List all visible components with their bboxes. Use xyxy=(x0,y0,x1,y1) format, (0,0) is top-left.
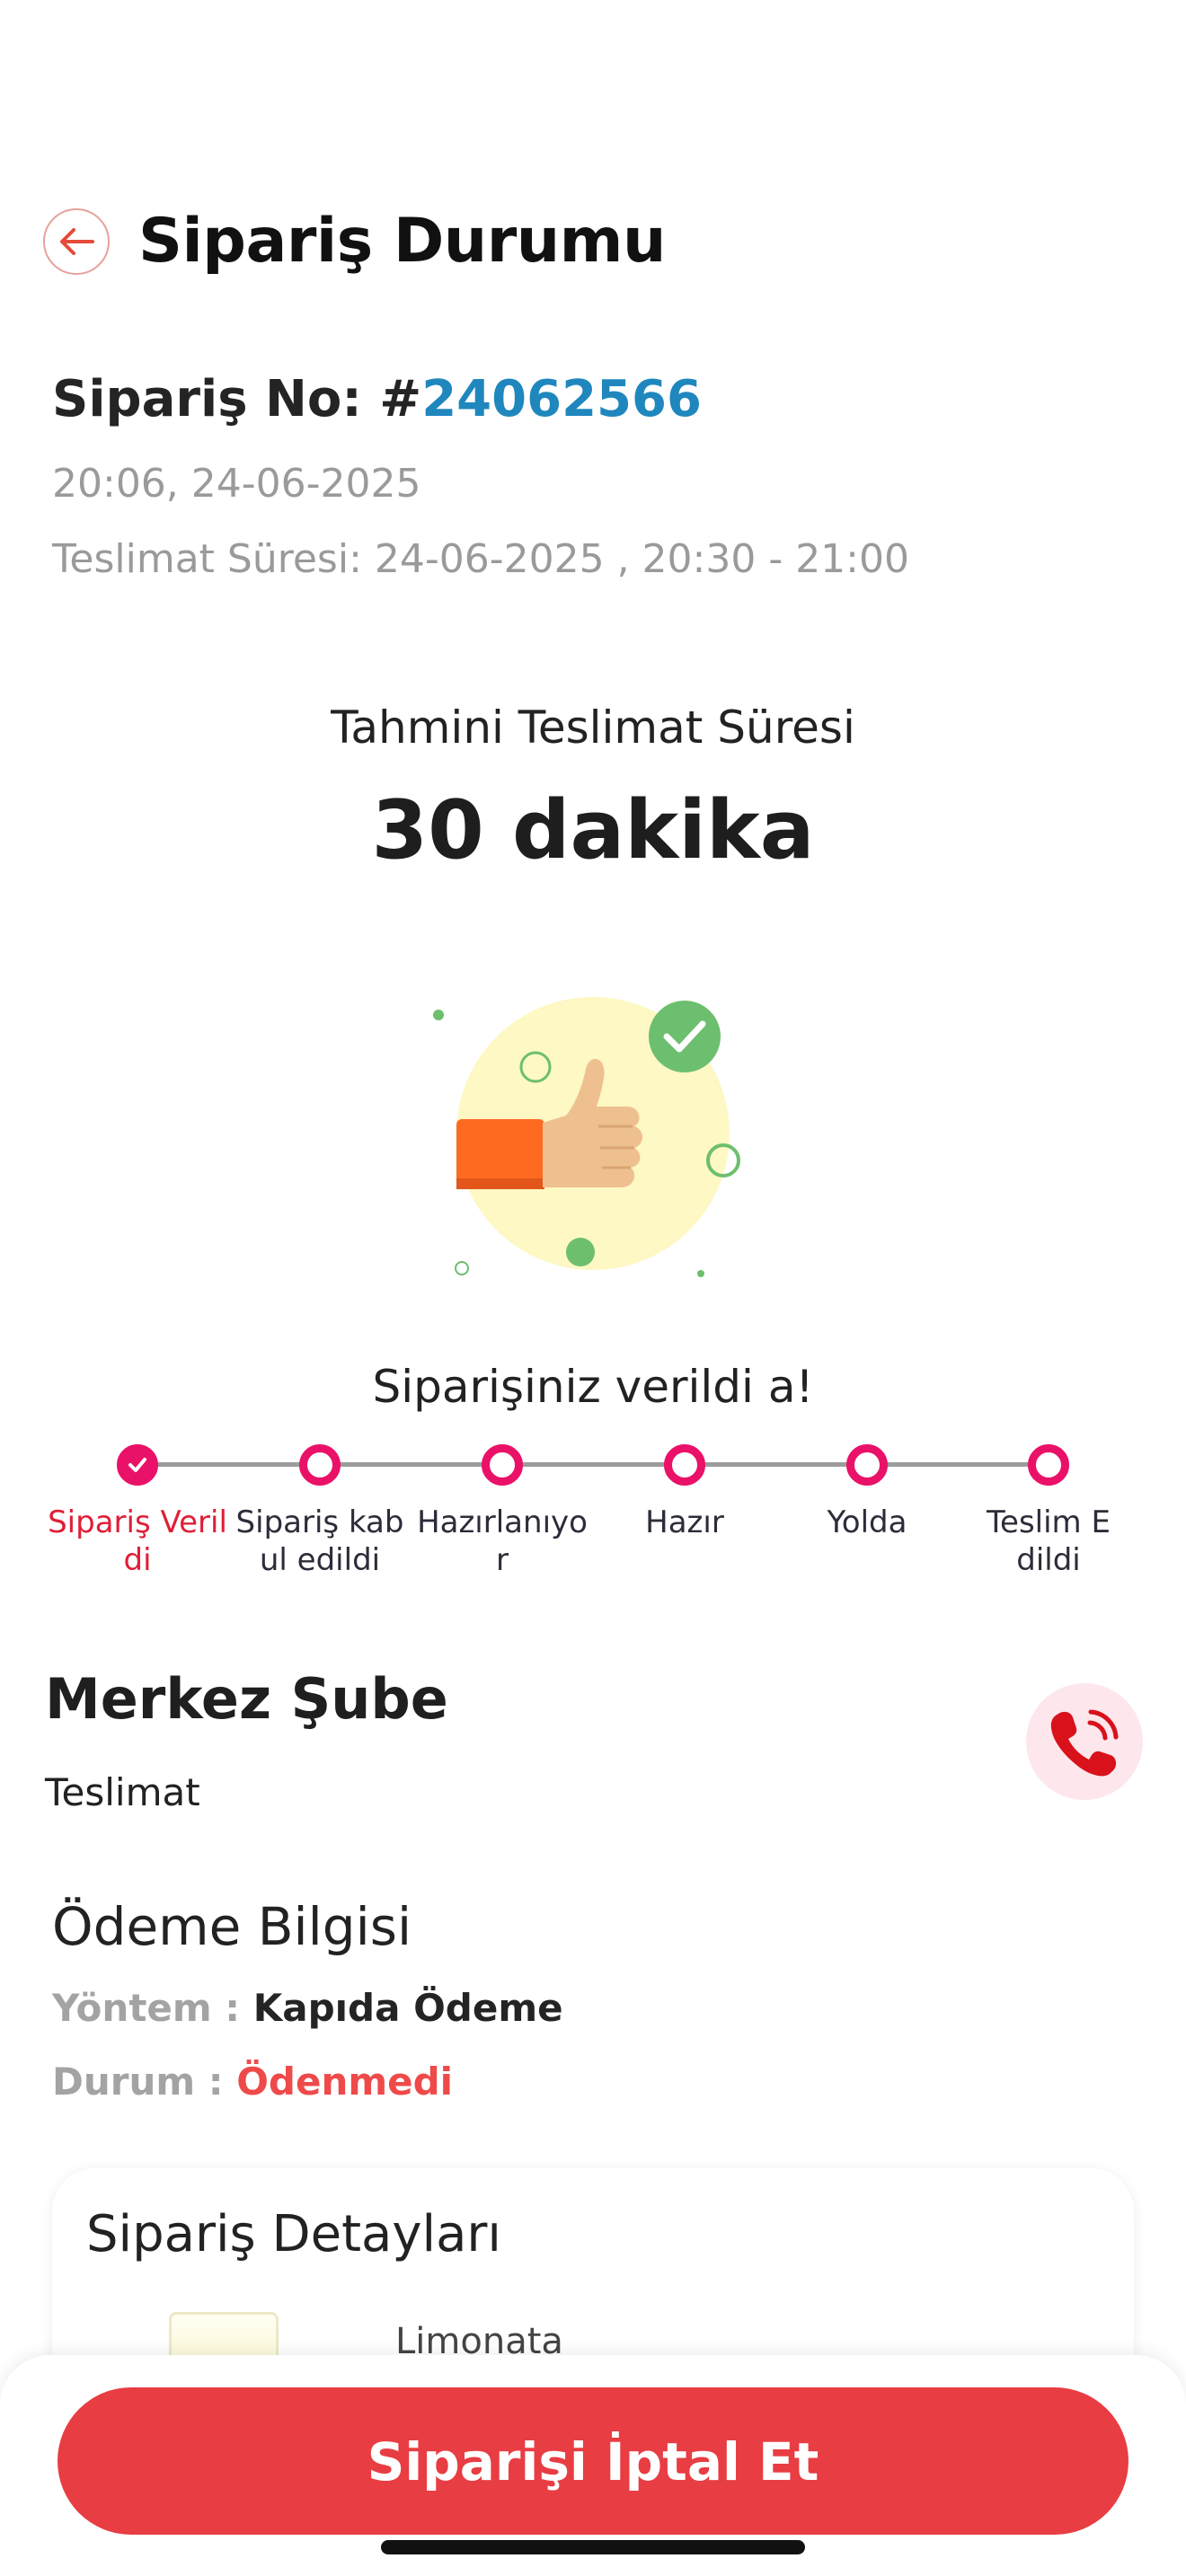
payment-method-value: Kapıda Ödeme xyxy=(252,1986,563,2030)
step-circle-icon xyxy=(299,1444,341,1486)
step-label: Hazır xyxy=(645,1504,724,1540)
estimate-label: Tahmini Teslimat Süresi xyxy=(331,701,855,754)
delivery-window: Teslimat Süresi: 24-06-2025 , 20:30 - 21… xyxy=(52,536,909,582)
branch-name: Merkez Şube xyxy=(45,1666,448,1732)
step-preparing: Hazırlanıyor xyxy=(417,1437,588,1579)
cancel-order-button[interactable]: Siparişi İptal Et xyxy=(58,2387,1128,2535)
step-circle-icon xyxy=(846,1444,888,1486)
step-on-the-way: Yolda xyxy=(777,1437,957,1541)
thumbs-up-icon xyxy=(433,997,740,1277)
step-label: Sipariş Verildi xyxy=(48,1504,227,1578)
payment-status-value: Ödenmedi xyxy=(236,2060,454,2104)
step-check-icon xyxy=(117,1444,158,1486)
arrow-left-icon xyxy=(60,228,94,255)
phone-call-icon xyxy=(1050,1709,1119,1777)
status-message: Siparişiniz verildi a! xyxy=(372,1361,814,1413)
step-label: Sipariş kabul edildi xyxy=(235,1504,404,1578)
order-number-label: Sipariş No: # xyxy=(52,370,422,428)
step-circle-icon xyxy=(664,1444,705,1486)
back-button[interactable] xyxy=(43,208,110,275)
step-label: Hazırlanıyor xyxy=(417,1504,588,1578)
payment-status-row: Durum : Ödenmedi xyxy=(52,2057,453,2107)
payment-status-key: Durum : xyxy=(52,2060,237,2104)
step-label: Yolda xyxy=(827,1504,907,1540)
step-label: Teslim Edildi xyxy=(987,1504,1111,1578)
home-indicator xyxy=(381,2540,805,2554)
order-number: Sipariş No: #24062566 xyxy=(52,368,702,431)
step-order-placed: Sipariş Verildi xyxy=(48,1437,227,1579)
payment-title: Ödeme Bilgisi xyxy=(52,1896,412,1957)
payment-method-key: Yöntem : xyxy=(52,1986,253,2030)
order-status-stepper: Sipariş Verildi Sipariş kabul edildi Haz… xyxy=(0,1437,1186,1581)
step-order-accepted: Sipariş kabul edildi xyxy=(230,1437,410,1579)
step-ready: Hazır xyxy=(595,1437,774,1541)
page-title: Sipariş Durumu xyxy=(138,206,666,277)
order-number-value: 24062566 xyxy=(421,370,702,428)
step-circle-icon xyxy=(1028,1444,1069,1486)
payment-method-row: Yöntem : Kapıda Ödeme xyxy=(52,1983,563,2033)
estimate-value: 30 dakika xyxy=(371,783,815,878)
step-delivered: Teslim Edildi xyxy=(981,1437,1116,1579)
step-circle-icon xyxy=(482,1444,523,1486)
order-details-title: Sipariş Detayları xyxy=(86,2205,501,2263)
order-created-at: 20:06, 24-06-2025 xyxy=(52,461,421,507)
branch-delivery-type: Teslimat xyxy=(45,1770,200,1814)
call-branch-button[interactable] xyxy=(1026,1683,1143,1800)
